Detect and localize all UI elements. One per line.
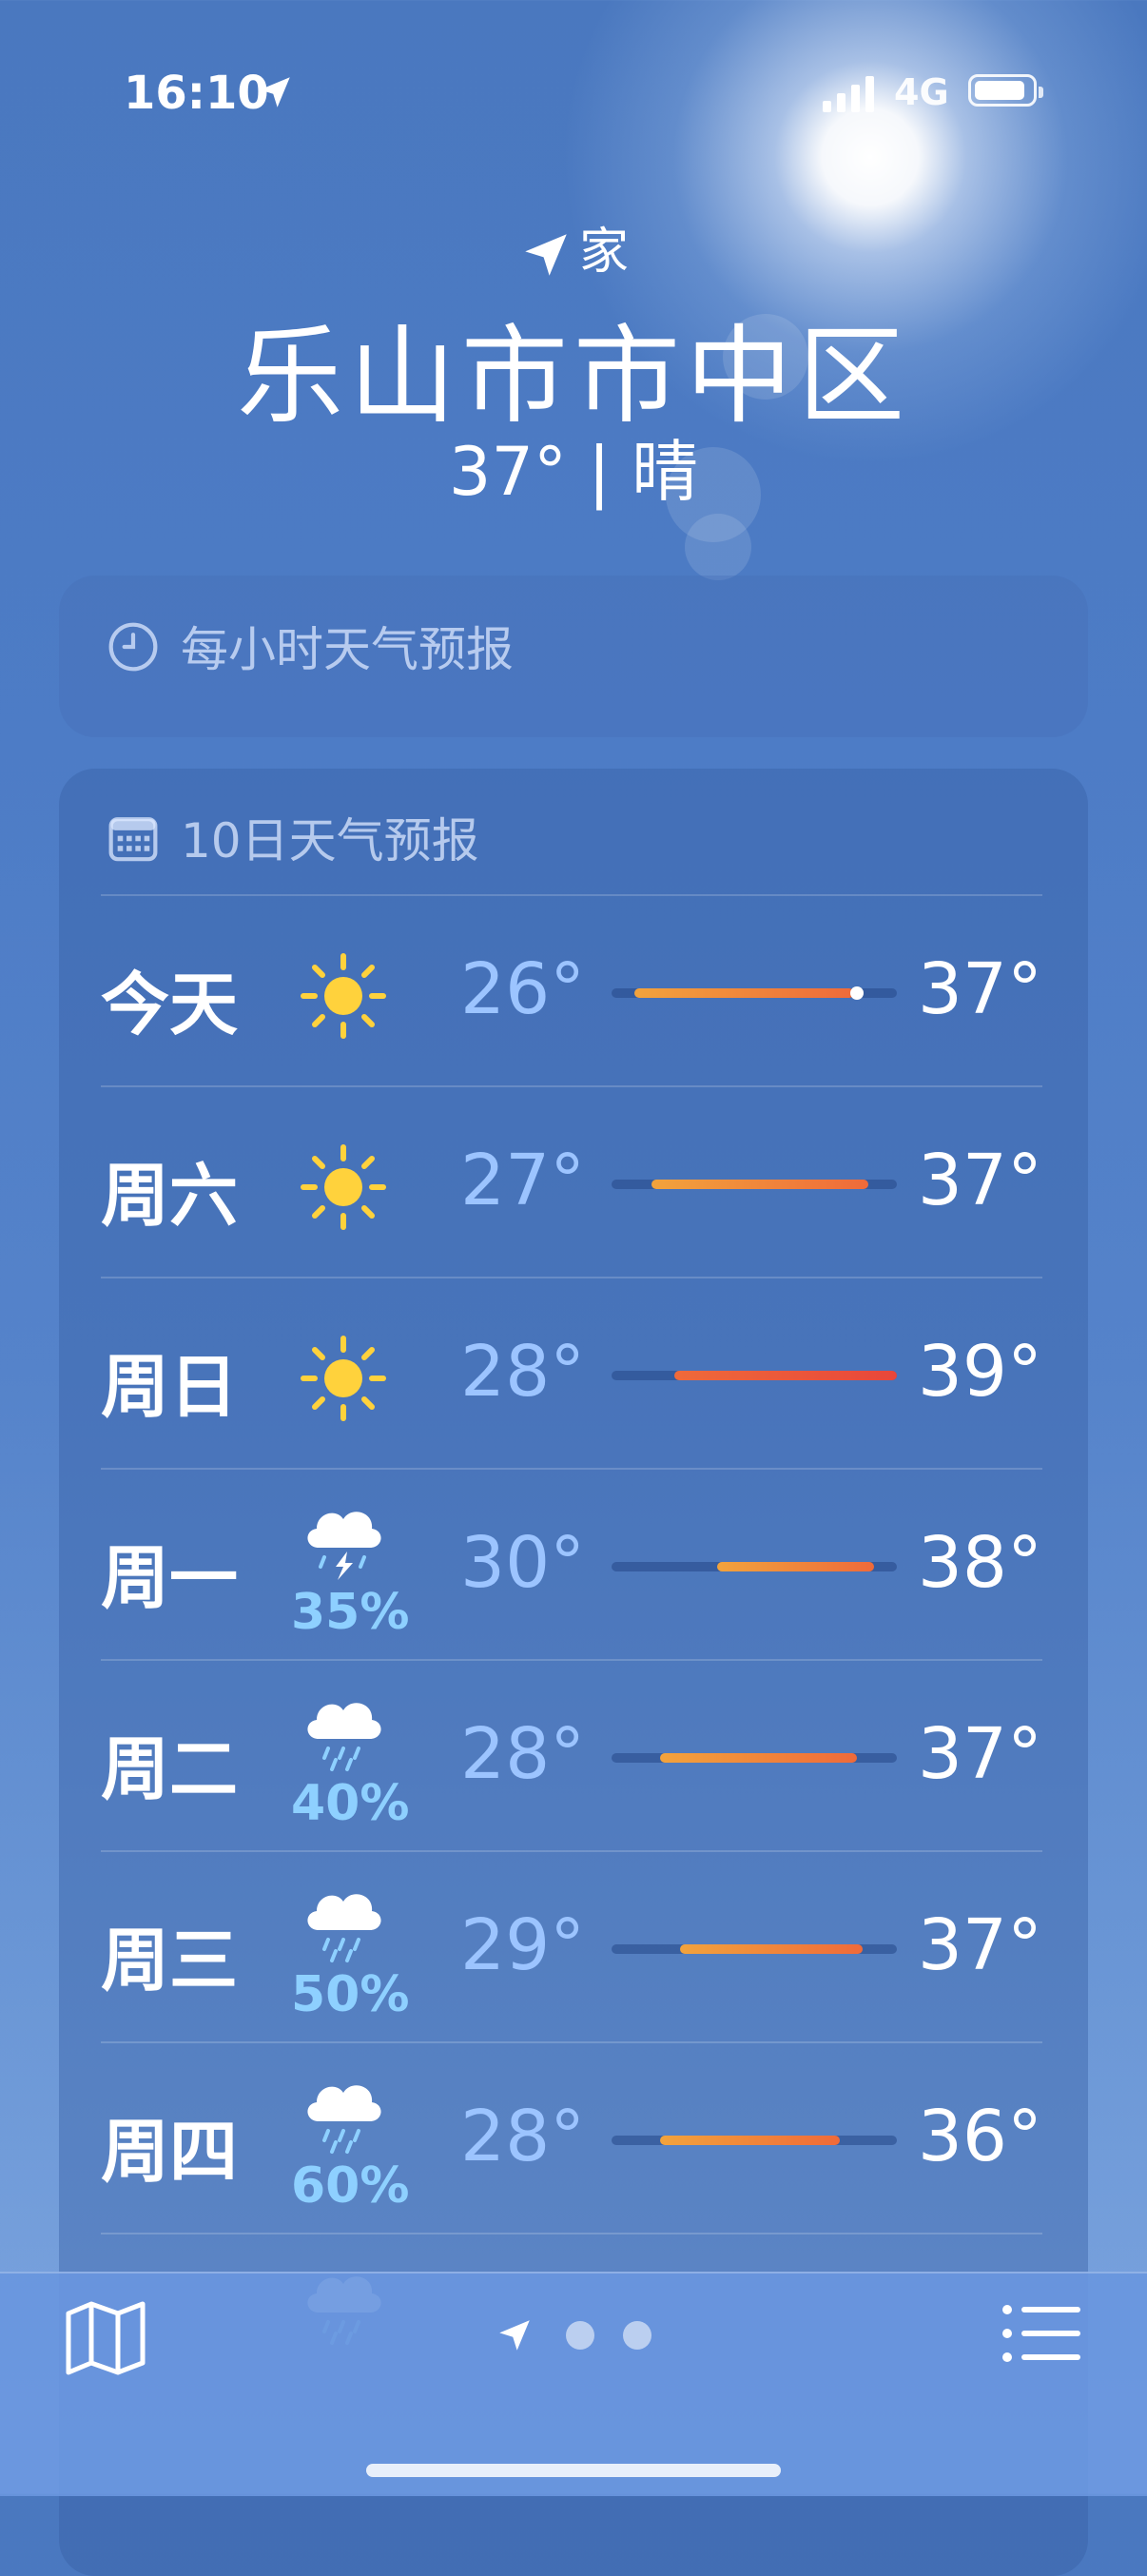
precip-chance: 40% <box>291 1775 410 1832</box>
forecast-row[interactable]: 周六 27° 37° <box>101 1085 1042 1277</box>
forecast-day: 周三 <box>101 1921 239 2000</box>
current-temp-marker <box>850 986 864 1000</box>
signal-icon <box>823 76 874 112</box>
low-temp: 29° <box>460 1904 586 1986</box>
low-temp: 28° <box>460 1331 586 1413</box>
rain-cloud-icon <box>296 1871 391 1966</box>
location-arrow-icon <box>260 77 290 107</box>
high-temp: 39° <box>917 1331 1042 1413</box>
temp-range-fill <box>680 1944 863 1954</box>
high-temp: 37° <box>917 1904 1042 1986</box>
temp-range-fill <box>717 1562 874 1571</box>
low-temp: 27° <box>460 1140 586 1221</box>
forecast-day: 周二 <box>101 1729 239 1809</box>
temp-range-fill <box>651 1180 868 1189</box>
calendar-icon <box>108 817 158 862</box>
high-temp: 37° <box>917 948 1042 1030</box>
battery-icon <box>968 74 1043 107</box>
forecast-day: 周四 <box>101 2112 239 2192</box>
temp-range-bar <box>612 2136 897 2145</box>
high-temp: 36° <box>917 2096 1042 2177</box>
low-temp: 28° <box>460 1713 586 1795</box>
forecast-row[interactable]: 周三 50% 29° 37° <box>101 1850 1042 2041</box>
map-icon[interactable] <box>65 2300 146 2376</box>
clock-icon <box>108 622 158 672</box>
low-temp: 30° <box>460 1522 586 1604</box>
status-time: 16:10 <box>124 67 269 120</box>
ten-day-forecast-title: 10日天气预报 <box>181 813 479 868</box>
home-indicator <box>366 2464 781 2477</box>
forecast-day: 今天 <box>101 965 239 1044</box>
sun-icon <box>296 1331 391 1426</box>
forecast-row[interactable]: 周二 40% 28° 37° <box>101 1659 1042 1850</box>
forecast-day: 周一 <box>101 1538 239 1618</box>
thunderstorm-icon <box>296 1489 391 1584</box>
location-label: 家 <box>0 211 1147 283</box>
forecast-row[interactable]: 周日 28° 39° <box>101 1277 1042 1468</box>
precip-chance: 35% <box>291 1584 410 1641</box>
sun-icon <box>296 948 391 1044</box>
high-temp: 38° <box>917 1522 1042 1604</box>
temp-range-fill <box>674 1371 897 1380</box>
high-temp: 37° <box>917 1713 1042 1795</box>
sun-icon <box>296 1140 391 1235</box>
temp-range-fill <box>634 988 854 998</box>
lens-flare <box>685 514 751 580</box>
location-arrow-icon <box>499 2320 530 2351</box>
temp-range-fill <box>660 1753 857 1763</box>
low-temp: 28° <box>460 2096 586 2177</box>
precip-chance: 50% <box>291 1966 410 2023</box>
bottom-toolbar <box>0 2272 1147 2496</box>
temp-range-bar <box>612 1944 897 1954</box>
temp-range-bar <box>612 1753 897 1763</box>
low-temp: 26° <box>460 948 586 1030</box>
high-temp: 37° <box>917 1140 1042 1221</box>
hourly-forecast-header: 每小时天气预报 <box>107 612 514 680</box>
temp-range-bar <box>612 1371 897 1380</box>
forecast-day: 周日 <box>101 1347 239 1427</box>
precip-chance: 60% <box>291 2157 410 2215</box>
location-arrow-icon <box>525 234 567 276</box>
temp-range-bar <box>612 1180 897 1189</box>
forecast-row[interactable]: 周四 60% 28° 36° <box>101 2041 1042 2233</box>
hourly-forecast-card[interactable]: 每小时天气预报 <box>59 576 1088 737</box>
rain-cloud-icon <box>296 2062 391 2157</box>
forecast-list: 今天 26° 37° 周六 27° 37° 周日 28° 39° 周一 35% 30° 38° 周二 40%… <box>101 894 1042 2424</box>
network-type: 4G <box>894 71 949 113</box>
hourly-forecast-title: 每小时天气预报 <box>181 622 514 677</box>
ten-day-forecast-header: 10日天气预报 <box>107 803 479 871</box>
list-icon[interactable] <box>1002 2304 1080 2363</box>
rain-cloud-icon <box>296 1680 391 1775</box>
page-dot[interactable] <box>623 2321 651 2350</box>
forecast-day: 周六 <box>101 1156 239 1236</box>
current-conditions: 37° | 晴 <box>448 433 699 511</box>
forecast-row[interactable]: 今天 26° 37° <box>101 894 1042 1085</box>
location-name: 家 <box>578 224 629 281</box>
temp-range-bar <box>612 986 897 1000</box>
forecast-row[interactable]: 周一 35% 30° 38° <box>101 1468 1042 1659</box>
temp-range-fill <box>660 2136 840 2145</box>
page-dot[interactable] <box>566 2321 594 2350</box>
temp-range-bar <box>612 1562 897 1571</box>
status-bar: 16:10 4G <box>0 67 1147 124</box>
